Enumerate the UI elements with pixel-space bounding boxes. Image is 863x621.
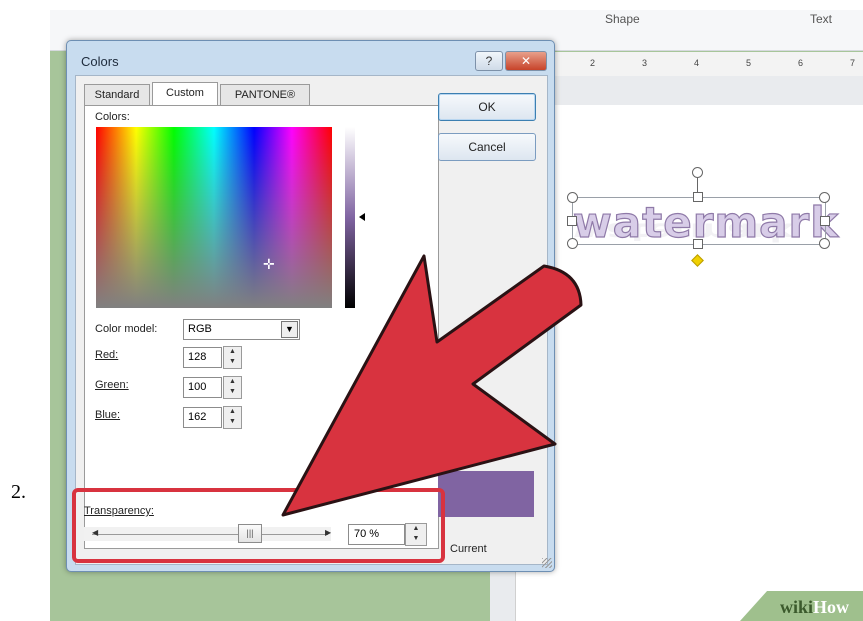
red-arrow-icon: [281, 254, 583, 517]
step-number: 2.: [11, 481, 26, 503]
screenshot: Shape Text 2 3 4 5 6 7 watermark waterma…: [50, 10, 863, 621]
